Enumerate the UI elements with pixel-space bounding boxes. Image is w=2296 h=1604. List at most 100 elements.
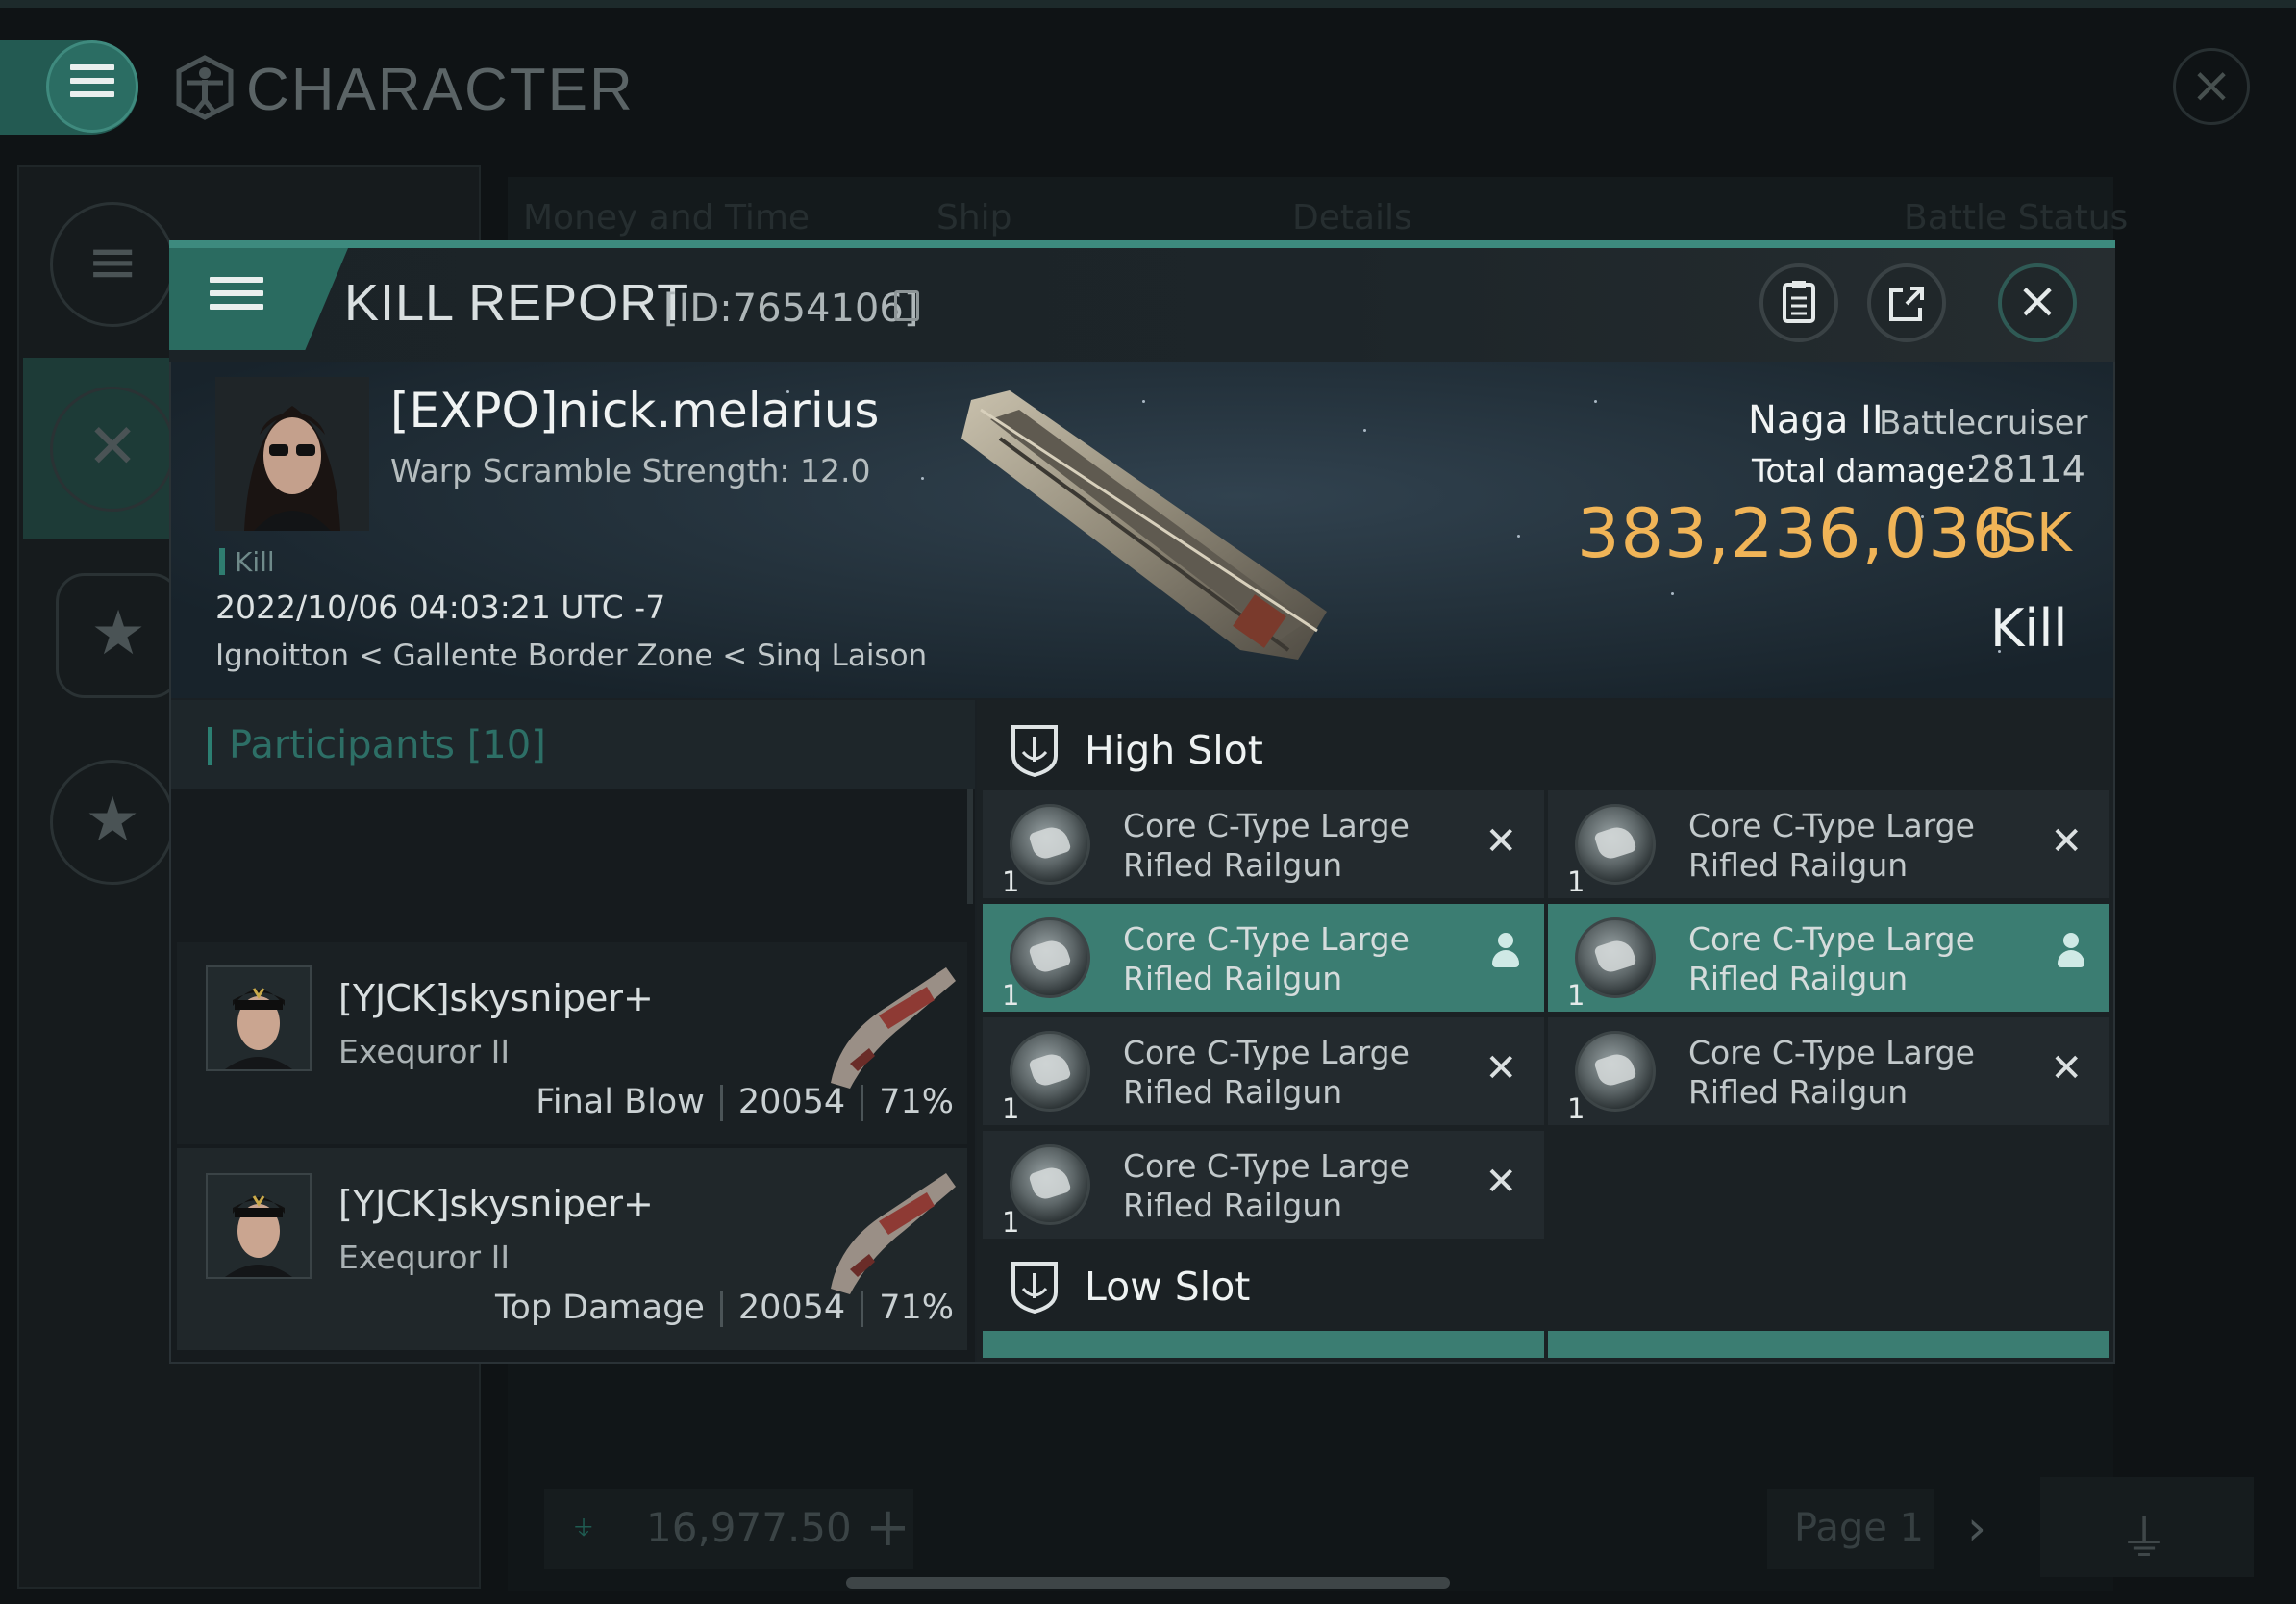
destroyed-x-icon: ✕ bbox=[1485, 819, 1517, 864]
page-label: Page 1 bbox=[1794, 1506, 1924, 1550]
wallet-value: 16,977.50 bbox=[646, 1504, 852, 1551]
participant-ship: Exequror II bbox=[338, 1239, 511, 1276]
participant-row[interactable]: [YJCK]skysniper+ Exequror II Final Blow 2… bbox=[177, 942, 967, 1144]
close-button[interactable]: × bbox=[1998, 263, 2077, 342]
add-funds-button[interactable]: + bbox=[865, 1496, 911, 1559]
participant-name: [YJCK]skysniper+ bbox=[338, 1183, 654, 1225]
victim-portrait[interactable] bbox=[215, 377, 369, 531]
participant-name: [YJCK]skysniper+ bbox=[338, 977, 654, 1019]
background-tab-ship[interactable]: Ship bbox=[936, 198, 1012, 238]
hamburger-icon bbox=[70, 57, 114, 105]
copy-icon[interactable] bbox=[894, 290, 919, 321]
star-circle-icon[interactable]: ★ bbox=[50, 760, 175, 885]
close-icon: × bbox=[2016, 272, 2059, 330]
hamburger-icon bbox=[210, 269, 263, 317]
ship-render bbox=[961, 390, 1327, 660]
module-name: Core C-Type Large Rifled Railgun bbox=[1123, 1147, 1410, 1224]
total-damage-value: 28114 bbox=[1969, 448, 2085, 490]
low-slot-title: Low Slot bbox=[1085, 1264, 1251, 1310]
low-slot-item-partial[interactable] bbox=[1548, 1331, 2109, 1358]
background-tab-money[interactable]: Money and Time bbox=[523, 198, 810, 238]
module-item[interactable]: 1 Core C-Type Large Rifled Railgun ✕ bbox=[983, 790, 1544, 898]
module-quantity: 1 bbox=[1002, 1092, 1020, 1125]
ship-name[interactable]: Naga II bbox=[1748, 398, 1884, 442]
kill-tag: Kill bbox=[235, 546, 275, 578]
module-item[interactable]: 1 Core C-Type Large Rifled Railgun ✕ bbox=[983, 1131, 1544, 1239]
window-title: KILL REPORT bbox=[344, 274, 690, 332]
participants-label: Participants bbox=[229, 723, 455, 767]
vitruvian-man-icon bbox=[176, 55, 234, 120]
participants-title[interactable]: Participants [10] bbox=[229, 723, 546, 767]
participants-count: [10] bbox=[466, 723, 546, 767]
module-quantity: 1 bbox=[1567, 979, 1585, 1012]
dropped-person-icon bbox=[1488, 933, 1523, 971]
kill-id: [ID:7654106] bbox=[663, 287, 919, 331]
clipboard-button[interactable] bbox=[1759, 263, 1838, 342]
participant-stats: Final Blow 20054 71% bbox=[536, 1083, 954, 1121]
module-item[interactable]: 1 Core C-Type Large Rifled Railgun ✕ bbox=[1548, 1017, 2109, 1125]
background-tab-battle-status[interactable]: Battle Status bbox=[1904, 198, 2128, 238]
background-page-title: CHARACTER bbox=[246, 57, 635, 123]
window-accent-bar bbox=[169, 240, 2115, 248]
module-item[interactable]: 1 Core C-Type Large Rifled Railgun ✕ bbox=[1548, 790, 2109, 898]
low-slot-icon bbox=[1011, 1262, 1058, 1314]
destroyed-x-icon: ✕ bbox=[1485, 1160, 1517, 1204]
total-damage-label: Total damage: bbox=[1752, 452, 1977, 489]
participant-percent: 71% bbox=[879, 1083, 954, 1121]
list-icon[interactable]: ≡ bbox=[50, 202, 175, 327]
destroyed-x-icon: ✕ bbox=[1485, 1046, 1517, 1090]
combat-icon[interactable]: ✕ bbox=[50, 387, 175, 512]
module-item[interactable]: 1 Core C-Type Large Rifled Railgun bbox=[983, 904, 1544, 1012]
warp-scramble-strength: Warp Scramble Strength: 12.0 bbox=[390, 452, 871, 489]
module-name: Core C-Type Large Rifled Railgun bbox=[1123, 920, 1410, 997]
participants-accent bbox=[208, 727, 212, 765]
star-badge-icon[interactable]: ★ bbox=[56, 573, 181, 698]
module-name: Core C-Type Large Rifled Railgun bbox=[1123, 1034, 1410, 1111]
high-slot-icon bbox=[1011, 725, 1058, 777]
participant-ship-render bbox=[831, 967, 956, 1089]
clipboard-icon bbox=[1783, 281, 1815, 323]
module-name: Core C-Type Large Rifled Railgun bbox=[1688, 920, 1975, 997]
participant-ship: Exequror II bbox=[338, 1033, 511, 1070]
scrollbar[interactable] bbox=[846, 1577, 1450, 1589]
background-tab-details[interactable]: Details bbox=[1292, 198, 1412, 238]
participant-portrait bbox=[206, 965, 312, 1071]
ship-class: Battlecruiser bbox=[1879, 404, 2088, 442]
victim-name[interactable]: [EXPO]nick.melarius bbox=[390, 383, 879, 439]
destroyed-x-icon: ✕ bbox=[2050, 819, 2083, 864]
share-button[interactable] bbox=[1867, 263, 1946, 342]
module-quantity: 1 bbox=[1002, 865, 1020, 898]
kill-location[interactable]: Ignoitton < Gallente Border Zone < Sinq … bbox=[215, 639, 927, 673]
top-edge bbox=[0, 0, 2296, 8]
participants-scroll-thumb[interactable] bbox=[967, 789, 973, 904]
participant-stats: Top Damage 20054 71% bbox=[495, 1289, 954, 1327]
dropped-person-icon bbox=[2054, 933, 2088, 971]
low-slot-item-partial[interactable] bbox=[983, 1331, 1544, 1358]
participant-row[interactable]: [YJCK]skysniper+ Exequror II Top Damage 2… bbox=[177, 1148, 967, 1350]
participant-percent: 71% bbox=[879, 1289, 954, 1327]
kill-tag-bar bbox=[219, 548, 225, 575]
module-item[interactable]: 1 Core C-Type Large Rifled Railgun bbox=[1548, 904, 2109, 1012]
destroyed-x-icon: ✕ bbox=[2050, 1046, 2083, 1090]
railgun-icon bbox=[1010, 917, 1090, 998]
high-slot-title: High Slot bbox=[1085, 727, 1263, 773]
module-item[interactable]: 1 Core C-Type Large Rifled Railgun ✕ bbox=[983, 1017, 1544, 1125]
participant-role: Final Blow bbox=[536, 1083, 705, 1121]
kill-result: Kill bbox=[1990, 598, 2068, 659]
wallet-icon: ⍖ bbox=[571, 1502, 596, 1549]
railgun-icon bbox=[1010, 1144, 1090, 1225]
background-close-icon[interactable]: × bbox=[2173, 48, 2250, 125]
railgun-icon bbox=[1010, 1031, 1090, 1112]
railgun-icon bbox=[1575, 804, 1656, 885]
participant-role: Top Damage bbox=[494, 1289, 705, 1327]
railgun-icon bbox=[1575, 917, 1656, 998]
module-name: Core C-Type Large Rifled Railgun bbox=[1123, 807, 1410, 884]
module-quantity: 1 bbox=[1567, 1092, 1585, 1125]
railgun-icon bbox=[1575, 1031, 1656, 1112]
module-quantity: 1 bbox=[1002, 1206, 1020, 1239]
participant-portrait bbox=[206, 1173, 312, 1279]
participant-ship-render bbox=[831, 1173, 956, 1294]
kill-datetime: 2022/10/06 04:03:21 UTC -7 bbox=[215, 589, 666, 626]
next-page-icon[interactable]: › bbox=[1967, 1500, 1986, 1556]
background-menu-button[interactable] bbox=[46, 40, 138, 133]
